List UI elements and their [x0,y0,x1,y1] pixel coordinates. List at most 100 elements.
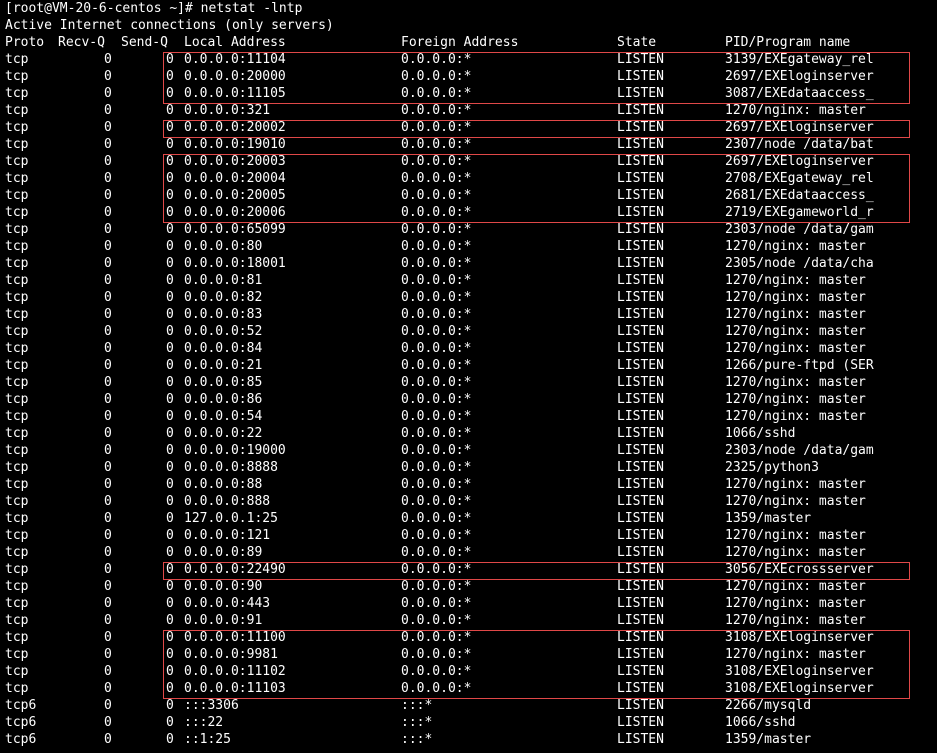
cell-local-address: 0.0.0.0:443 [184,596,271,611]
cell-send-q: 0 [166,273,174,288]
header-foreign-address: Foreign Address [401,35,519,50]
cell-local-address: 0.0.0.0:86 [184,392,263,407]
cell-foreign-address: 0.0.0.0:* [401,69,472,84]
cell-recv-q: 0 [104,222,112,237]
cell-local-address: 0.0.0.0:80 [184,239,263,254]
cell-send-q: 0 [166,681,174,696]
cell-local-address: 0.0.0.0:20006 [184,205,286,220]
cell-proto: tcp [5,409,29,424]
cell-program-name: 2681/EXEdataaccess_ [725,188,874,203]
cell-program-name: 2697/EXEloginserver [725,120,874,135]
cell-foreign-address: 0.0.0.0:* [401,409,472,424]
cell-local-address: 0.0.0.0:88 [184,477,263,492]
cell-local-address: 0.0.0.0:20005 [184,188,286,203]
cell-send-q: 0 [166,205,174,220]
cell-local-address: 0.0.0.0:11102 [184,664,286,679]
header-send-q: Send-Q [121,35,168,50]
cell-send-q: 0 [166,579,174,594]
cell-foreign-address: 0.0.0.0:* [401,290,472,305]
cell-recv-q: 0 [104,137,112,152]
cell-foreign-address: 0.0.0.0:* [401,103,472,118]
cell-program-name: 1270/nginx: master [725,341,866,356]
cell-proto: tcp [5,307,29,322]
cell-foreign-address: 0.0.0.0:* [401,120,472,135]
cell-state: LISTEN [617,171,664,186]
cell-proto: tcp [5,426,29,441]
header-local-address: Local Address [184,35,286,50]
cell-state: LISTEN [617,460,664,475]
cell-state: LISTEN [617,154,664,169]
header-recv-q: Recv-Q [58,35,105,50]
cell-proto: tcp [5,596,29,611]
cell-state: LISTEN [617,715,664,730]
cell-recv-q: 0 [104,324,112,339]
cell-send-q: 0 [166,562,174,577]
cell-foreign-address: 0.0.0.0:* [401,511,472,526]
cell-state: LISTEN [617,375,664,390]
cell-foreign-address: 0.0.0.0:* [401,358,472,373]
cell-recv-q: 0 [104,664,112,679]
cell-state: LISTEN [617,86,664,101]
cell-recv-q: 0 [104,562,112,577]
cell-state: LISTEN [617,341,664,356]
cell-state: LISTEN [617,477,664,492]
cell-send-q: 0 [166,545,174,560]
cell-send-q: 0 [166,647,174,662]
cell-state: LISTEN [617,69,664,84]
cell-local-address: 0.0.0.0:54 [184,409,263,424]
cell-program-name: 2708/EXEgateway_rel [725,171,874,186]
cell-local-address: 0.0.0.0:85 [184,375,263,390]
cell-recv-q: 0 [104,630,112,645]
cell-send-q: 0 [166,613,174,628]
cell-foreign-address: 0.0.0.0:* [401,545,472,560]
cell-local-address: 0.0.0.0:52 [184,324,263,339]
cell-program-name: 3087/EXEdataaccess_ [725,86,874,101]
cell-recv-q: 0 [104,154,112,169]
cell-state: LISTEN [617,596,664,611]
cell-proto: tcp [5,579,29,594]
cell-proto: tcp [5,528,29,543]
cell-program-name: 2303/node /data/gam [725,443,874,458]
cell-recv-q: 0 [104,239,112,254]
cell-send-q: 0 [166,188,174,203]
cell-proto: tcp [5,545,29,560]
cell-foreign-address: 0.0.0.0:* [401,477,472,492]
cell-proto: tcp [5,341,29,356]
cell-recv-q: 0 [104,358,112,373]
cell-foreign-address: :::* [401,715,433,730]
cell-state: LISTEN [617,698,664,713]
cell-state: LISTEN [617,188,664,203]
cell-local-address: 0.0.0.0:89 [184,545,263,560]
cell-local-address: 0.0.0.0:19010 [184,137,286,152]
cell-foreign-address: 0.0.0.0:* [401,613,472,628]
cell-proto: tcp6 [5,698,37,713]
cell-proto: tcp [5,358,29,373]
cell-foreign-address: 0.0.0.0:* [401,137,472,152]
cell-proto: tcp [5,681,29,696]
cell-state: LISTEN [617,358,664,373]
cell-proto: tcp [5,664,29,679]
cell-state: LISTEN [617,562,664,577]
cell-state: LISTEN [617,52,664,67]
cell-proto: tcp [5,188,29,203]
cell-proto: tcp [5,290,29,305]
header-program-name: PID/Program name [725,35,851,50]
cell-local-address: 0.0.0.0:11100 [184,630,286,645]
cell-proto: tcp [5,69,29,84]
cell-foreign-address: 0.0.0.0:* [401,426,472,441]
cell-recv-q: 0 [104,732,112,747]
cell-local-address: 0.0.0.0:9981 [184,647,278,662]
cell-local-address: 0.0.0.0:121 [184,528,271,543]
cell-send-q: 0 [166,528,174,543]
cell-proto: tcp [5,120,29,135]
cell-state: LISTEN [617,494,664,509]
cell-send-q: 0 [166,341,174,356]
cell-recv-q: 0 [104,409,112,424]
cell-send-q: 0 [166,732,174,747]
cell-recv-q: 0 [104,188,112,203]
cell-recv-q: 0 [104,256,112,271]
cell-local-address: 0.0.0.0:20003 [184,154,286,169]
cell-proto: tcp [5,239,29,254]
header-proto: Proto [5,35,45,50]
terminal-window[interactable]: [root@VM-20-6-centos ~]# netstat -lntp A… [0,0,937,753]
